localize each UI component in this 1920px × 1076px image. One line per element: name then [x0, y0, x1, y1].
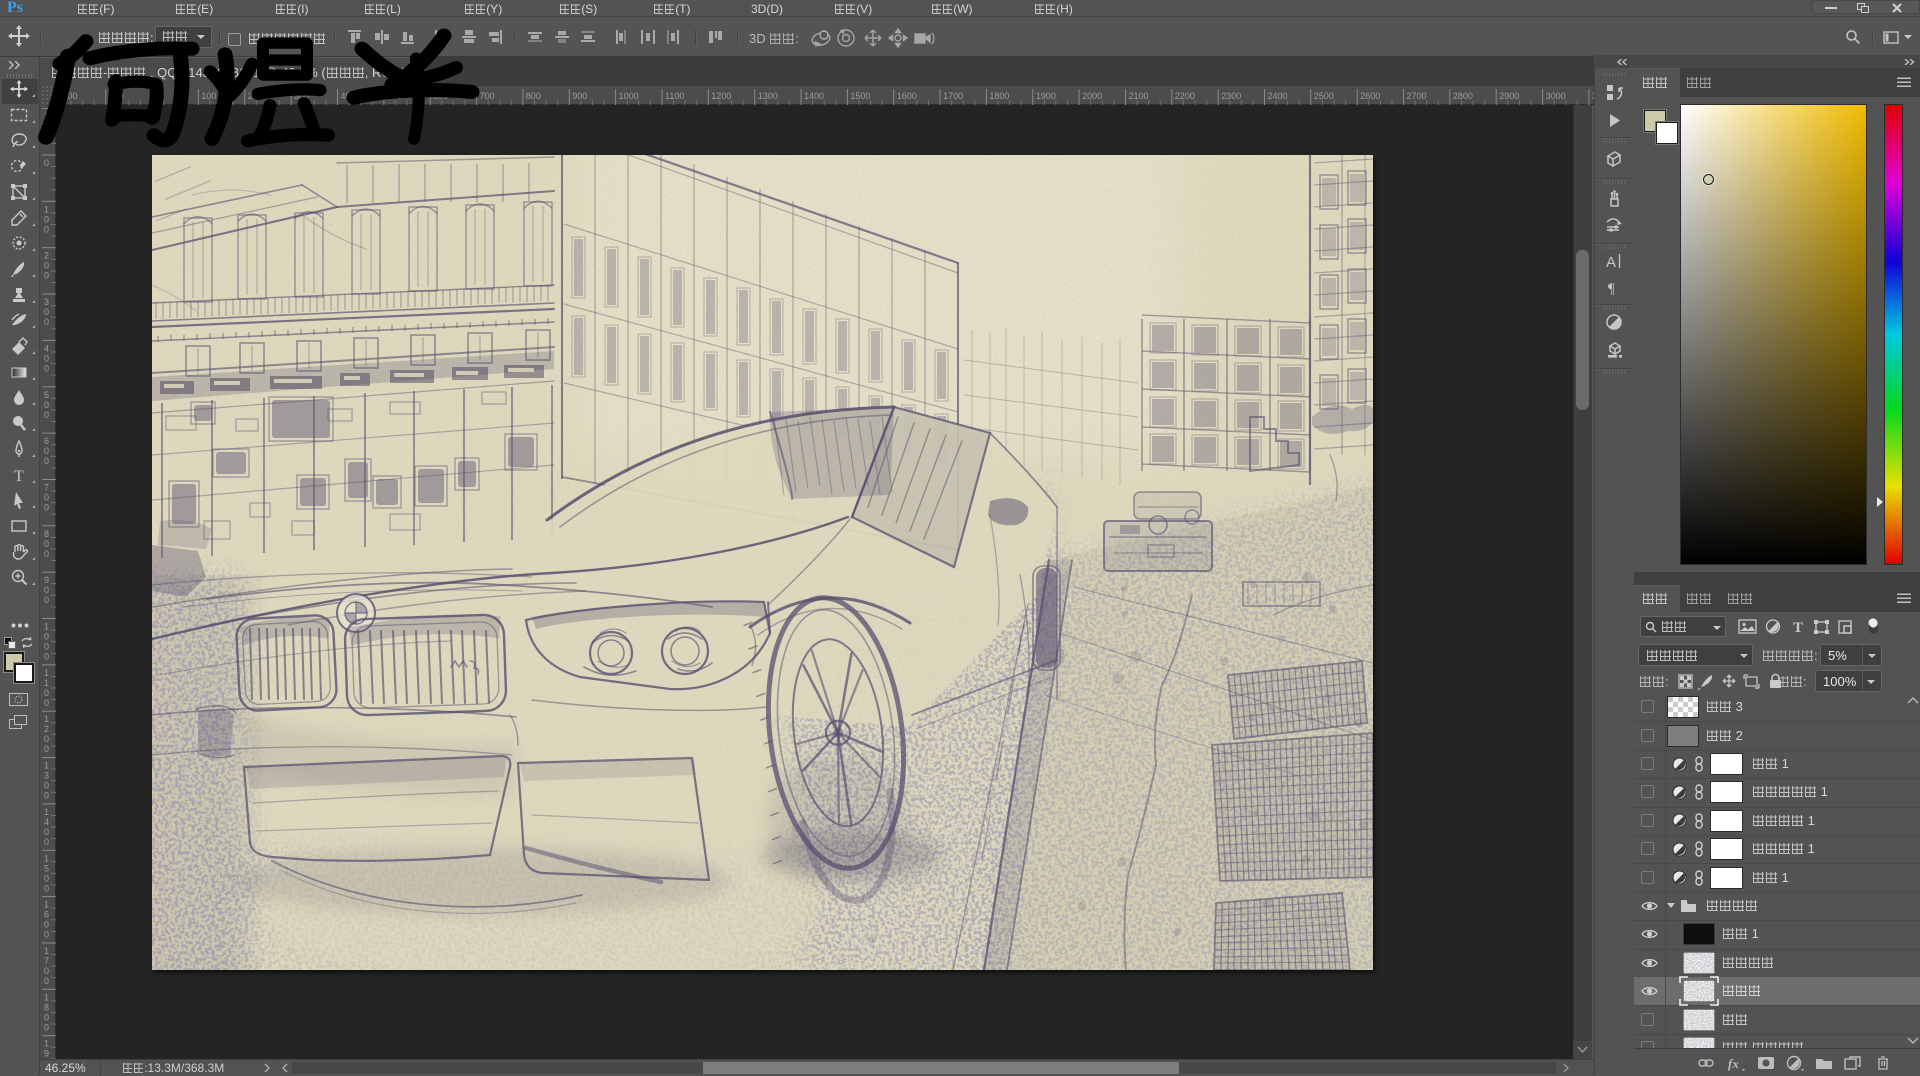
svg-text:1400: 1400: [804, 91, 824, 101]
svg-text:2: 2: [44, 251, 49, 261]
svg-text:2600: 2600: [1360, 91, 1380, 101]
svg-text:2700: 2700: [1407, 91, 1427, 101]
svg-text:0: 0: [44, 271, 49, 281]
svg-text:0: 0: [44, 642, 49, 652]
svg-text:3: 3: [44, 297, 49, 307]
svg-text:900: 900: [572, 91, 587, 101]
svg-text:1: 1: [44, 678, 49, 688]
svg-text:T: T: [1793, 620, 1803, 636]
svg-text:0: 0: [44, 791, 49, 801]
svg-text:0: 0: [44, 1022, 49, 1032]
svg-text:0: 0: [44, 976, 49, 986]
svg-text:2800: 2800: [1453, 91, 1473, 101]
svg-text:0: 0: [44, 549, 49, 559]
svg-text:2200: 2200: [1175, 91, 1195, 101]
svg-text:2900: 2900: [1499, 91, 1519, 101]
svg-text:0: 0: [44, 456, 49, 466]
svg-text:1: 1: [44, 946, 49, 956]
svg-text:1000: 1000: [619, 91, 639, 101]
svg-text:T: T: [14, 468, 24, 484]
svg-text:0: 0: [44, 883, 49, 893]
svg-text:0: 0: [44, 698, 49, 708]
svg-text:0: 0: [44, 652, 49, 662]
svg-text:0: 0: [44, 539, 49, 549]
svg-text:1200: 1200: [711, 91, 731, 101]
svg-text:0: 0: [44, 827, 49, 837]
svg-text:1: 1: [44, 900, 49, 910]
svg-text:1600: 1600: [897, 91, 917, 101]
svg-text:0: 0: [44, 261, 49, 271]
svg-text:0: 0: [44, 307, 49, 317]
svg-text:1: 1: [44, 761, 49, 771]
svg-text:0: 0: [44, 224, 49, 234]
svg-text:7: 7: [44, 956, 49, 966]
svg-text:8: 8: [44, 529, 49, 539]
svg-text:1800: 1800: [989, 91, 1009, 101]
svg-text:1: 1: [44, 622, 49, 632]
svg-text:0: 0: [44, 317, 49, 327]
svg-text:0: 0: [44, 873, 49, 883]
svg-text:1: 1: [44, 714, 49, 724]
svg-text:0: 0: [44, 363, 49, 373]
svg-text:1: 1: [44, 807, 49, 817]
svg-text:0: 0: [44, 920, 49, 930]
svg-text:0: 0: [44, 688, 49, 698]
svg-text:0: 0: [44, 410, 49, 420]
svg-text:5: 5: [44, 390, 49, 400]
svg-text:0: 0: [44, 493, 49, 503]
svg-text:0: 0: [44, 734, 49, 744]
svg-text:2300: 2300: [1221, 91, 1241, 101]
svg-text:0: 0: [44, 400, 49, 410]
svg-text:1500: 1500: [850, 91, 870, 101]
svg-text:1: 1: [44, 1039, 49, 1049]
svg-text:2: 2: [44, 724, 49, 734]
svg-text:9: 9: [44, 1049, 49, 1059]
svg-text:1: 1: [44, 204, 49, 214]
svg-text:5: 5: [44, 863, 49, 873]
svg-text:1700: 1700: [943, 91, 963, 101]
svg-text:fx: fx: [1728, 1056, 1739, 1071]
svg-text:7: 7: [44, 483, 49, 493]
svg-text:1900: 1900: [1036, 91, 1056, 101]
svg-text:0: 0: [44, 214, 49, 224]
svg-text:0: 0: [44, 837, 49, 847]
svg-text:800: 800: [526, 91, 541, 101]
svg-text:3000: 3000: [1546, 91, 1566, 101]
svg-text:6: 6: [44, 436, 49, 446]
svg-text:1: 1: [44, 992, 49, 1002]
svg-text:¶: ¶: [1608, 281, 1615, 296]
svg-text:0: 0: [44, 781, 49, 791]
svg-text:4: 4: [44, 343, 49, 353]
svg-text:0: 0: [44, 446, 49, 456]
svg-text:2000: 2000: [1082, 91, 1102, 101]
svg-text:1100: 1100: [665, 91, 684, 101]
svg-text:1: 1: [44, 853, 49, 863]
svg-text:0: 0: [44, 966, 49, 976]
svg-text:0: 0: [44, 930, 49, 940]
svg-text:2500: 2500: [1314, 91, 1334, 101]
svg-text:0: 0: [44, 744, 49, 754]
svg-text:9: 9: [44, 575, 49, 585]
svg-text:3: 3: [44, 771, 49, 781]
svg-text:1: 1: [44, 668, 49, 678]
svg-text:A: A: [1606, 254, 1616, 270]
svg-text:0: 0: [44, 595, 49, 605]
svg-text:2400: 2400: [1268, 91, 1288, 101]
svg-text:8: 8: [44, 1002, 49, 1012]
svg-text:0: 0: [44, 632, 49, 642]
svg-text:0: 0: [44, 353, 49, 363]
svg-text:0: 0: [44, 1012, 49, 1022]
svg-text:0: 0: [44, 503, 49, 513]
svg-text:1300: 1300: [758, 91, 778, 101]
svg-text:700: 700: [480, 91, 495, 101]
svg-text:2100: 2100: [1129, 91, 1149, 101]
svg-text:4: 4: [44, 817, 49, 827]
svg-text:6: 6: [44, 910, 49, 920]
svg-text:0: 0: [44, 585, 49, 595]
